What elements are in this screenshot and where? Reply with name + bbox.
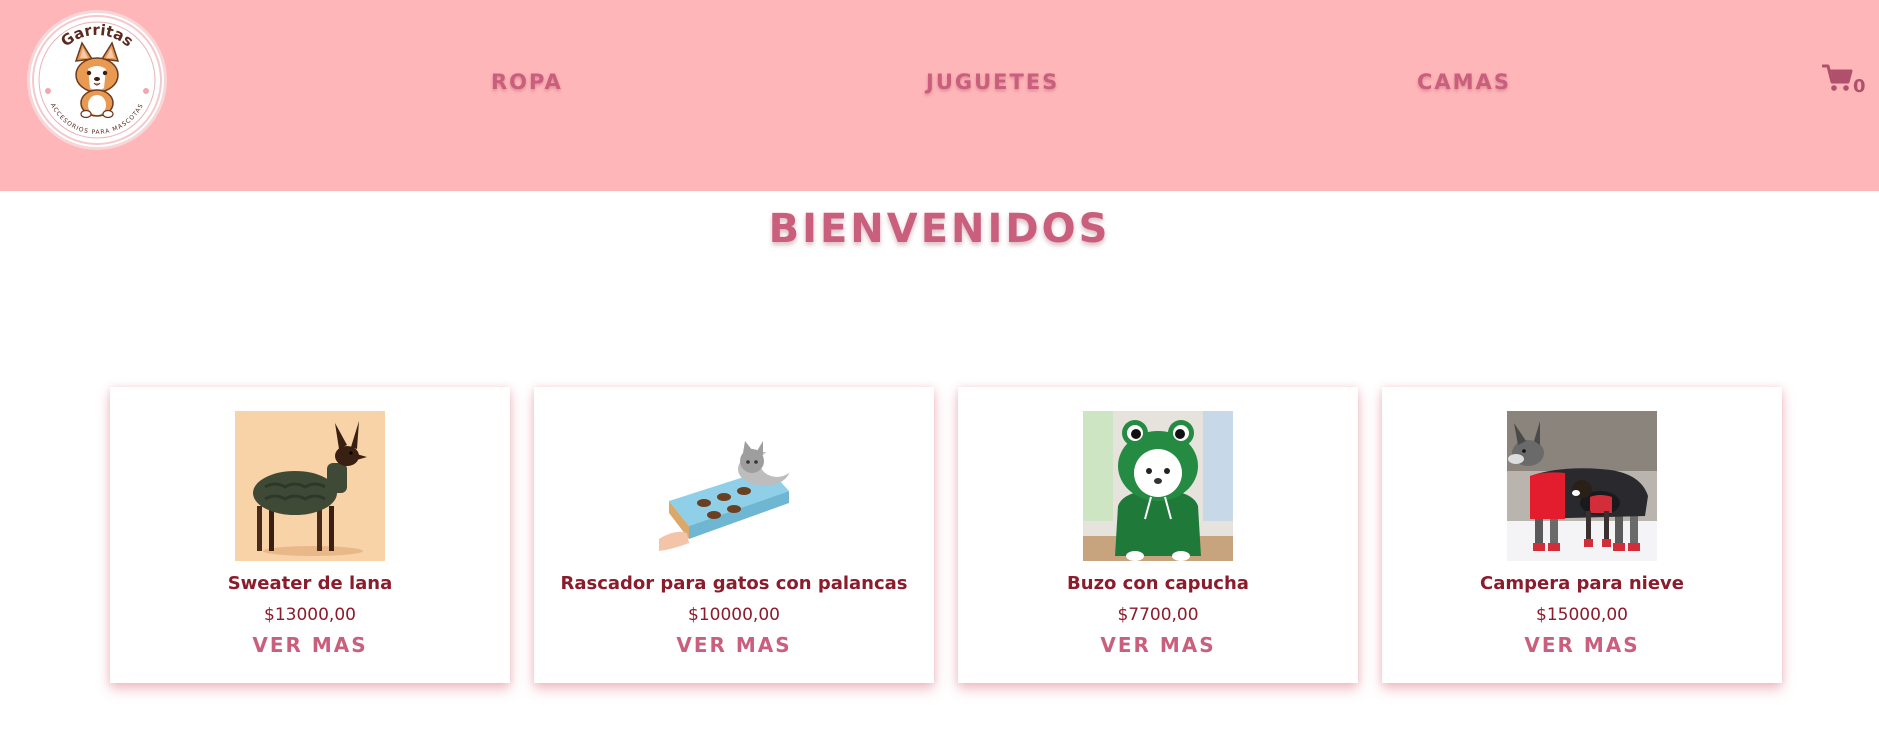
corgi-logo-icon: Garritas ACCESORIOS PARA MASCOTAS: [32, 15, 162, 145]
cart-icon: [1821, 64, 1853, 91]
product-price: $13000,00: [264, 605, 356, 625]
frog-hoodie-image: [1083, 411, 1233, 561]
product-image[interactable]: [1083, 411, 1233, 561]
product-image[interactable]: [235, 411, 385, 561]
dog-sweater-image: [235, 411, 385, 561]
product-name: Rascador para gatos con palancas: [560, 573, 908, 594]
product-name: Campera para nieve: [1480, 573, 1684, 594]
snow-jacket-image: [1507, 411, 1657, 561]
product-card: Campera para nieve $15000,00 VER MAS: [1382, 387, 1782, 683]
product-image[interactable]: [1507, 411, 1657, 561]
product-card: Rascador para gatos con palancas $10000,…: [534, 387, 934, 683]
product-card: Buzo con capucha $7700,00 VER MAS: [958, 387, 1358, 683]
ver-mas-button[interactable]: VER MAS: [1382, 633, 1782, 657]
page-title: BIENVENIDOS: [768, 206, 1111, 252]
brand-logo[interactable]: Garritas ACCESORIOS PARA MASCOTAS: [30, 13, 164, 147]
cart-button[interactable]: 0: [1821, 64, 1870, 100]
site-header: Garritas ACCESORIOS PARA MASCOTAS ROPA J…: [0, 0, 1879, 191]
product-price: $10000,00: [688, 605, 780, 625]
product-name: Sweater de lana: [227, 573, 393, 594]
product-card: Sweater de lana $13000,00 VER MAS: [110, 387, 510, 683]
product-price: $7700,00: [1117, 605, 1199, 625]
nav-link-juguetes[interactable]: JUGUETES: [926, 70, 1059, 94]
product-price: $15000,00: [1536, 605, 1628, 625]
ver-mas-button[interactable]: VER MAS: [958, 633, 1358, 657]
nav-link-camas[interactable]: CAMAS: [1417, 70, 1511, 94]
nav-link-ropa[interactable]: ROPA: [491, 70, 563, 94]
cart-count-badge: 0: [1853, 76, 1866, 97]
product-image[interactable]: [659, 411, 809, 561]
product-name: Buzo con capucha: [1067, 573, 1249, 594]
ver-mas-button[interactable]: VER MAS: [534, 633, 934, 657]
ver-mas-button[interactable]: VER MAS: [110, 633, 510, 657]
cat-scratcher-image: [659, 411, 809, 561]
